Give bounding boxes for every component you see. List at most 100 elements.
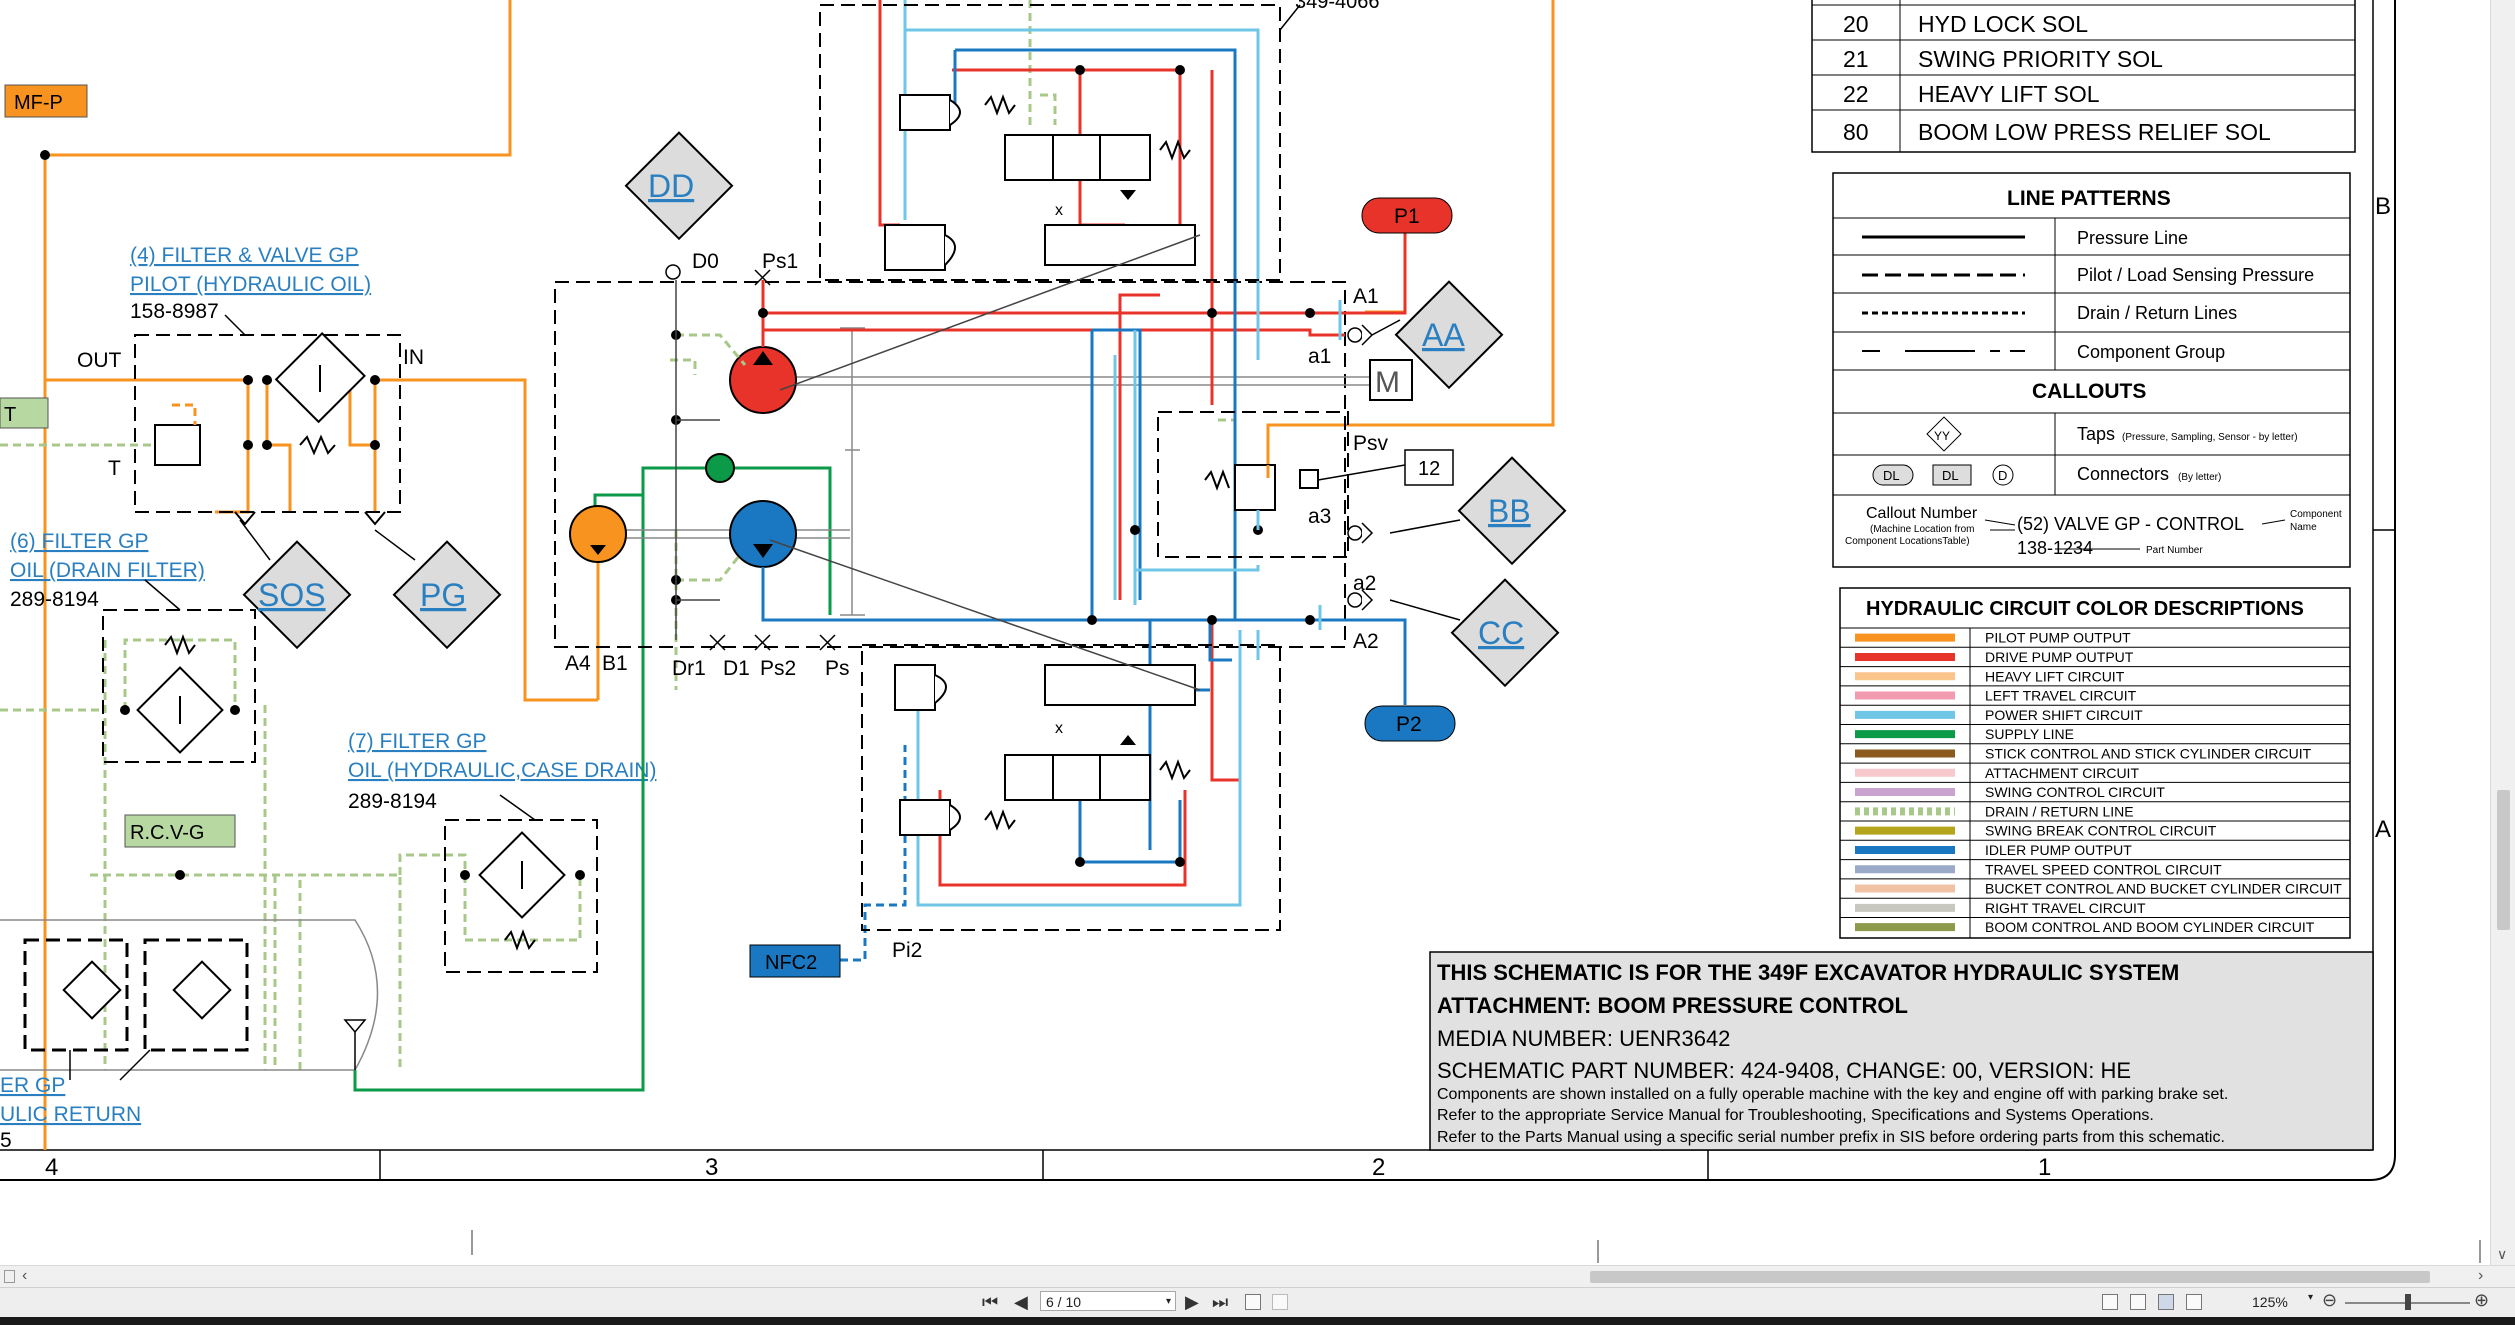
sol-num-22: 22 — [1843, 81, 1869, 107]
callout-dd[interactable]: DD — [648, 168, 694, 204]
return-filter-subtitle-link[interactable]: ULIC RETURN — [0, 1103, 141, 1126]
filter7-title-link[interactable]: (7) FILTER GP — [348, 730, 486, 753]
color-desc-label: PILOT PUMP OUTPUT — [1985, 630, 2131, 646]
filter4-in: IN — [403, 346, 424, 369]
continuous-facing-icon[interactable] — [2186, 1294, 2202, 1310]
copy-view-icon[interactable] — [1245, 1294, 1261, 1310]
callout-aa[interactable]: AA — [1422, 317, 1465, 353]
next-page-icon[interactable]: ▶ — [1185, 1292, 1199, 1312]
continuous-page-icon[interactable] — [2130, 1294, 2146, 1310]
col-number-1: 1 — [2038, 1154, 2051, 1181]
port-d1: D1 — [723, 657, 750, 680]
example-component: Component — [2290, 509, 2342, 520]
port-a1: A1 — [1353, 285, 1379, 308]
svg-text:M: M — [1375, 366, 1400, 399]
mf-p-label: MF-P — [14, 92, 63, 114]
filter4-out: OUT — [77, 349, 122, 372]
color-desc-label: SWING CONTROL CIRCUIT — [1985, 784, 2165, 800]
connector-symbol-2: DL — [1942, 468, 1959, 483]
line-pattern-pilot: Pilot / Load Sensing Pressure — [2077, 265, 2314, 285]
example-part-number: Part Number — [2146, 545, 2203, 556]
bottom-taskbar-strip — [0, 1317, 2515, 1325]
col-number-2: 2 — [1372, 1154, 1385, 1181]
col-number-4: 4 — [45, 1154, 58, 1181]
filter6-title-link[interactable]: (6) FILTER GP — [10, 530, 148, 553]
zoom-in-icon[interactable]: ⊕ — [2474, 1290, 2489, 1311]
filter4-subtitle-link[interactable]: PILOT (HYDRAULIC OIL) — [130, 273, 371, 296]
top-callout: 349-4066 — [1295, 0, 1380, 13]
single-page-icon[interactable] — [2102, 1294, 2118, 1310]
tap-symbol: YY — [1934, 429, 1950, 443]
sol-num-20: 20 — [1843, 11, 1869, 37]
page-dropdown-icon[interactable]: ▾ — [1166, 1292, 1171, 1312]
scroll-right-arrow-icon[interactable]: › — [2478, 1267, 2483, 1285]
port-a2-small: a2 — [1353, 572, 1376, 595]
color-desc-label: BOOM CONTROL AND BOOM CYLINDER CIRCUIT — [1985, 919, 2315, 935]
paste-view-icon[interactable] — [1272, 1294, 1288, 1310]
control-valve-lower: x — [861, 644, 1281, 931]
zoom-dropdown-icon[interactable]: ▾ — [2308, 1292, 2313, 1303]
filter4-part: 158-8987 — [130, 300, 219, 323]
title-line2: ATTACHMENT: BOOM PRESSURE CONTROL — [1437, 993, 1908, 1018]
svg-text:P1: P1 — [1394, 205, 1420, 228]
last-page-icon[interactable]: ⏭ — [1212, 1292, 1228, 1312]
first-page-icon[interactable]: ⏮ — [982, 1292, 998, 1312]
connectors-note: (By letter) — [2178, 472, 2221, 483]
color-desc-label: SUPPLY LINE — [1985, 726, 2074, 742]
return-filter-part: 5 — [0, 1129, 12, 1152]
facing-pages-icon[interactable] — [2158, 1294, 2174, 1310]
filter7-subtitle-link[interactable]: OIL (HYDRAULIC,CASE DRAIN) — [348, 759, 656, 782]
color-desc-label: HEAVY LIFT CIRCUIT — [1985, 668, 2125, 684]
line-patterns-title: LINE PATTERNS — [2007, 187, 2171, 210]
example-callout-number: Callout Number — [1866, 505, 1978, 522]
port-a2: A2 — [1353, 630, 1379, 653]
previous-page-icon[interactable]: ◀ — [1014, 1292, 1028, 1312]
horizontal-scrollbar[interactable]: ‹ › — [0, 1265, 2515, 1288]
vertical-scrollbar[interactable]: ∨ — [2490, 0, 2515, 1265]
scroll-down-arrow-icon[interactable]: ∨ — [2497, 1246, 2507, 1263]
color-desc-label: DRAIN / RETURN LINE — [1985, 803, 2134, 819]
callout-cc[interactable]: CC — [1478, 615, 1524, 651]
connectors-label: Connectors — [2077, 464, 2169, 484]
zoom-level[interactable]: 125% — [2252, 1294, 2288, 1310]
col-number-3: 3 — [705, 1154, 718, 1181]
page-number-field[interactable]: 6 / 10 ▾ — [1040, 1291, 1176, 1311]
color-desc-label: SWING BREAK CONTROL CIRCUIT — [1985, 823, 2217, 839]
drive-pump-output-lines — [761, 0, 1407, 887]
schematic-sheet: 4 3 2 1 B A MF-P (4) FILTER & VALVE GP P… — [0, 0, 2490, 1265]
callouts-title: CALLOUTS — [2032, 380, 2146, 403]
filter-gp-6 — [102, 609, 256, 763]
callout-sos[interactable]: SOS — [258, 577, 326, 613]
filter4-title-link[interactable]: (4) FILTER & VALVE GP — [130, 244, 359, 267]
sol-num-80: 80 — [1843, 119, 1869, 145]
return-filters — [0, 919, 379, 1081]
scroll-left-arrow-icon[interactable]: ‹ — [22, 1267, 27, 1285]
callout-bb[interactable]: BB — [1488, 493, 1531, 529]
title-note3: Refer to the Parts Manual using a specif… — [1437, 1129, 2225, 1146]
zoom-out-icon[interactable]: ⊖ — [2322, 1290, 2337, 1311]
color-desc-label: IDLER PUMP OUTPUT — [1985, 842, 2132, 858]
filter6-subtitle-link[interactable]: OIL (DRAIN FILTER) — [10, 559, 205, 582]
taps-note: (Pressure, Sampling, Sensor - by letter) — [2122, 432, 2298, 443]
row-letter-a: A — [2375, 816, 2391, 843]
line-pattern-group: Component Group — [2077, 342, 2225, 362]
port-d0: D0 — [692, 250, 719, 273]
taps-label: Taps — [2077, 424, 2115, 444]
example-machine-loc2: Component LocationsTable) — [1845, 536, 1970, 547]
zoom-slider-thumb[interactable] — [2405, 1294, 2411, 1310]
port-ps2: Ps2 — [760, 657, 796, 680]
color-desc-label: LEFT TRAVEL CIRCUIT — [1985, 688, 2137, 704]
pump-orange — [569, 505, 627, 563]
rcvg-label: R.C.V-G — [130, 822, 204, 844]
horizontal-scroll-thumb[interactable] — [1590, 1271, 2430, 1283]
port-dr1: Dr1 — [672, 657, 706, 680]
return-filter-title-link[interactable]: ER GP — [0, 1074, 65, 1097]
example-part: 138-1234 — [2017, 538, 2093, 558]
svg-text:T: T — [4, 404, 16, 426]
color-desc-label: RIGHT TRAVEL CIRCUIT — [1985, 900, 2146, 916]
svg-text:P2: P2 — [1396, 713, 1422, 736]
svg-text:NFC2: NFC2 — [765, 952, 817, 974]
title-note1: Components are shown installed on a full… — [1437, 1086, 2228, 1103]
callout-pg[interactable]: PG — [420, 577, 466, 613]
vertical-scroll-thumb[interactable] — [2497, 790, 2510, 930]
